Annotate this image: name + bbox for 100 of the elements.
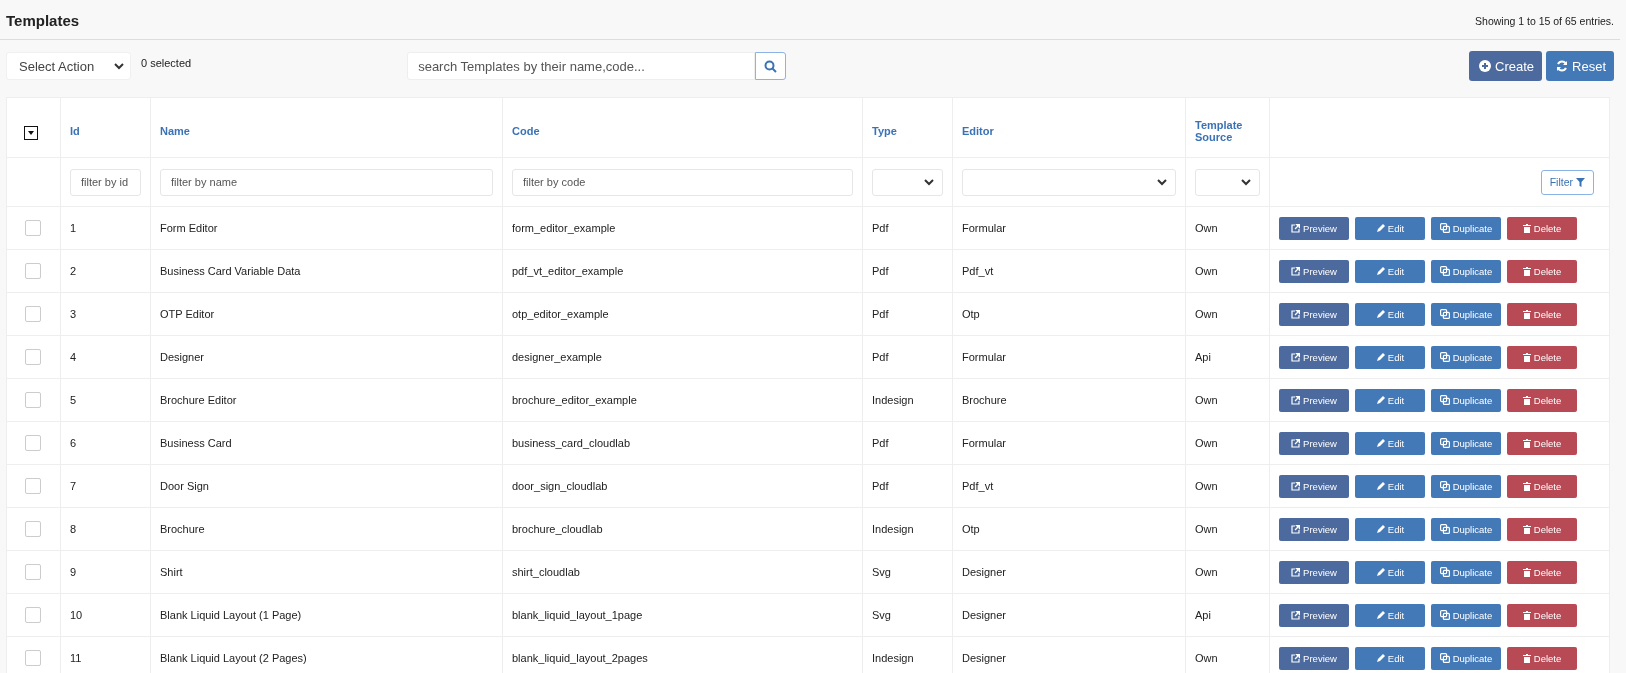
edit-button[interactable]: Edit	[1355, 474, 1425, 498]
preview-button[interactable]: Preview	[1279, 259, 1349, 283]
delete-button[interactable]: Delete	[1507, 560, 1577, 584]
trash-icon	[1522, 395, 1531, 405]
chevron-down-icon	[924, 178, 934, 186]
filter-select[interactable]	[1195, 168, 1260, 196]
duplicate-button[interactable]: Duplicate	[1431, 517, 1501, 541]
select-menu-button[interactable]	[24, 125, 38, 140]
filter-field[interactable]: filter by code	[512, 168, 853, 196]
create-button[interactable]: Create	[1469, 51, 1543, 81]
table-cell: Otp	[962, 308, 980, 320]
duplicate-button[interactable]: Duplicate	[1431, 259, 1501, 283]
table-cell: Own	[1195, 437, 1218, 449]
edit-button[interactable]: Edit	[1355, 302, 1425, 326]
row-checkbox[interactable]	[25, 607, 41, 623]
duplicate-button[interactable]: Duplicate	[1431, 603, 1501, 627]
duplicate-button[interactable]: Duplicate	[1431, 345, 1501, 369]
filter-select[interactable]	[962, 168, 1176, 196]
delete-button[interactable]: Delete	[1507, 646, 1577, 670]
delete-button[interactable]: Delete	[1507, 431, 1577, 455]
table-cell: otp_editor_example	[512, 308, 609, 320]
table-cell: Otp	[962, 523, 980, 535]
table-cell: Indesign	[872, 394, 914, 406]
table-cell: Designer	[962, 609, 1007, 621]
delete-button[interactable]: Delete	[1507, 603, 1577, 627]
preview-button[interactable]: Preview	[1279, 517, 1349, 541]
row-checkbox[interactable]	[25, 650, 41, 666]
preview-button[interactable]: Preview	[1279, 388, 1349, 412]
edit-button[interactable]: Edit	[1355, 216, 1425, 240]
search-button[interactable]	[755, 52, 787, 80]
table-cell: brochure_editor_example	[512, 394, 637, 406]
preview-button[interactable]: Preview	[1279, 216, 1349, 240]
duplicate-button[interactable]: Duplicate	[1431, 302, 1501, 326]
page-title: Templates	[6, 12, 80, 29]
row-checkbox[interactable]	[25, 564, 41, 580]
pencil-icon	[1375, 481, 1385, 491]
external-link-icon	[1291, 438, 1301, 448]
table-cell: Svg	[872, 609, 891, 621]
edit-button[interactable]: Edit	[1355, 517, 1425, 541]
edit-button[interactable]: Edit	[1355, 603, 1425, 627]
external-link-icon	[1291, 653, 1301, 663]
table-cell: door_sign_cloudlab	[512, 480, 608, 492]
edit-button[interactable]: Edit	[1355, 345, 1425, 369]
caret-icon	[28, 130, 34, 135]
filter-field[interactable]: filter by id	[70, 168, 141, 196]
delete-button[interactable]: Delete	[1507, 474, 1577, 498]
preview-button[interactable]: Preview	[1279, 560, 1349, 584]
column-header[interactable]: Type	[872, 124, 943, 137]
edit-button[interactable]: Edit	[1355, 646, 1425, 670]
edit-button[interactable]: Edit	[1355, 259, 1425, 283]
delete-button[interactable]: Delete	[1507, 388, 1577, 412]
row-checkbox[interactable]	[25, 263, 41, 279]
pencil-icon	[1375, 653, 1385, 663]
filter-button[interactable]: Filter	[1540, 169, 1594, 195]
preview-button[interactable]: Preview	[1279, 345, 1349, 369]
row-checkbox[interactable]	[25, 220, 41, 236]
row-checkbox[interactable]	[25, 306, 41, 322]
row-checkbox[interactable]	[25, 392, 41, 408]
refresh-icon	[1556, 60, 1569, 72]
row-checkbox[interactable]	[25, 349, 41, 365]
action-select[interactable]: Select Action	[6, 52, 131, 80]
search-field[interactable]: search Templates by their name,code...	[407, 52, 756, 80]
external-link-icon	[1291, 610, 1301, 620]
preview-button[interactable]: Preview	[1279, 302, 1349, 326]
filter-select[interactable]	[872, 168, 943, 196]
table-cell: 2	[70, 265, 77, 277]
preview-button[interactable]: Preview	[1279, 646, 1349, 670]
preview-button[interactable]: Preview	[1279, 431, 1349, 455]
delete-button[interactable]: Delete	[1507, 517, 1577, 541]
duplicate-button[interactable]: Duplicate	[1431, 646, 1501, 670]
duplicate-button[interactable]: Duplicate	[1431, 431, 1501, 455]
table-cell: Formular	[962, 437, 1006, 449]
table-cell: Designer	[962, 652, 1007, 664]
duplicate-button[interactable]: Duplicate	[1431, 474, 1501, 498]
trash-icon	[1522, 524, 1531, 534]
delete-button[interactable]: Delete	[1507, 216, 1577, 240]
table-cell: Own	[1195, 308, 1218, 320]
table-cell: Blank Liquid Layout (2 Pages)	[160, 652, 307, 664]
trash-icon	[1522, 223, 1531, 233]
delete-button[interactable]: Delete	[1507, 345, 1577, 369]
duplicate-button[interactable]: Duplicate	[1431, 388, 1501, 412]
pencil-icon	[1375, 610, 1385, 620]
edit-button[interactable]: Edit	[1355, 388, 1425, 412]
row-checkbox[interactable]	[25, 478, 41, 494]
delete-button[interactable]: Delete	[1507, 302, 1577, 326]
row-checkbox[interactable]	[25, 521, 41, 537]
reset-button[interactable]: Reset	[1546, 51, 1614, 81]
delete-button[interactable]: Delete	[1507, 259, 1577, 283]
trash-icon	[1522, 266, 1531, 276]
column-header[interactable]: Editor	[962, 124, 1176, 137]
table-cell: Pdf	[872, 437, 889, 449]
duplicate-button[interactable]: Duplicate	[1431, 560, 1501, 584]
edit-button[interactable]: Edit	[1355, 431, 1425, 455]
duplicate-button[interactable]: Duplicate	[1431, 216, 1501, 240]
preview-button[interactable]: Preview	[1279, 474, 1349, 498]
filter-field[interactable]: filter by name	[160, 168, 493, 196]
edit-button[interactable]: Edit	[1355, 560, 1425, 584]
row-checkbox[interactable]	[25, 435, 41, 451]
preview-button[interactable]: Preview	[1279, 603, 1349, 627]
column-header[interactable]: Id	[70, 124, 141, 137]
